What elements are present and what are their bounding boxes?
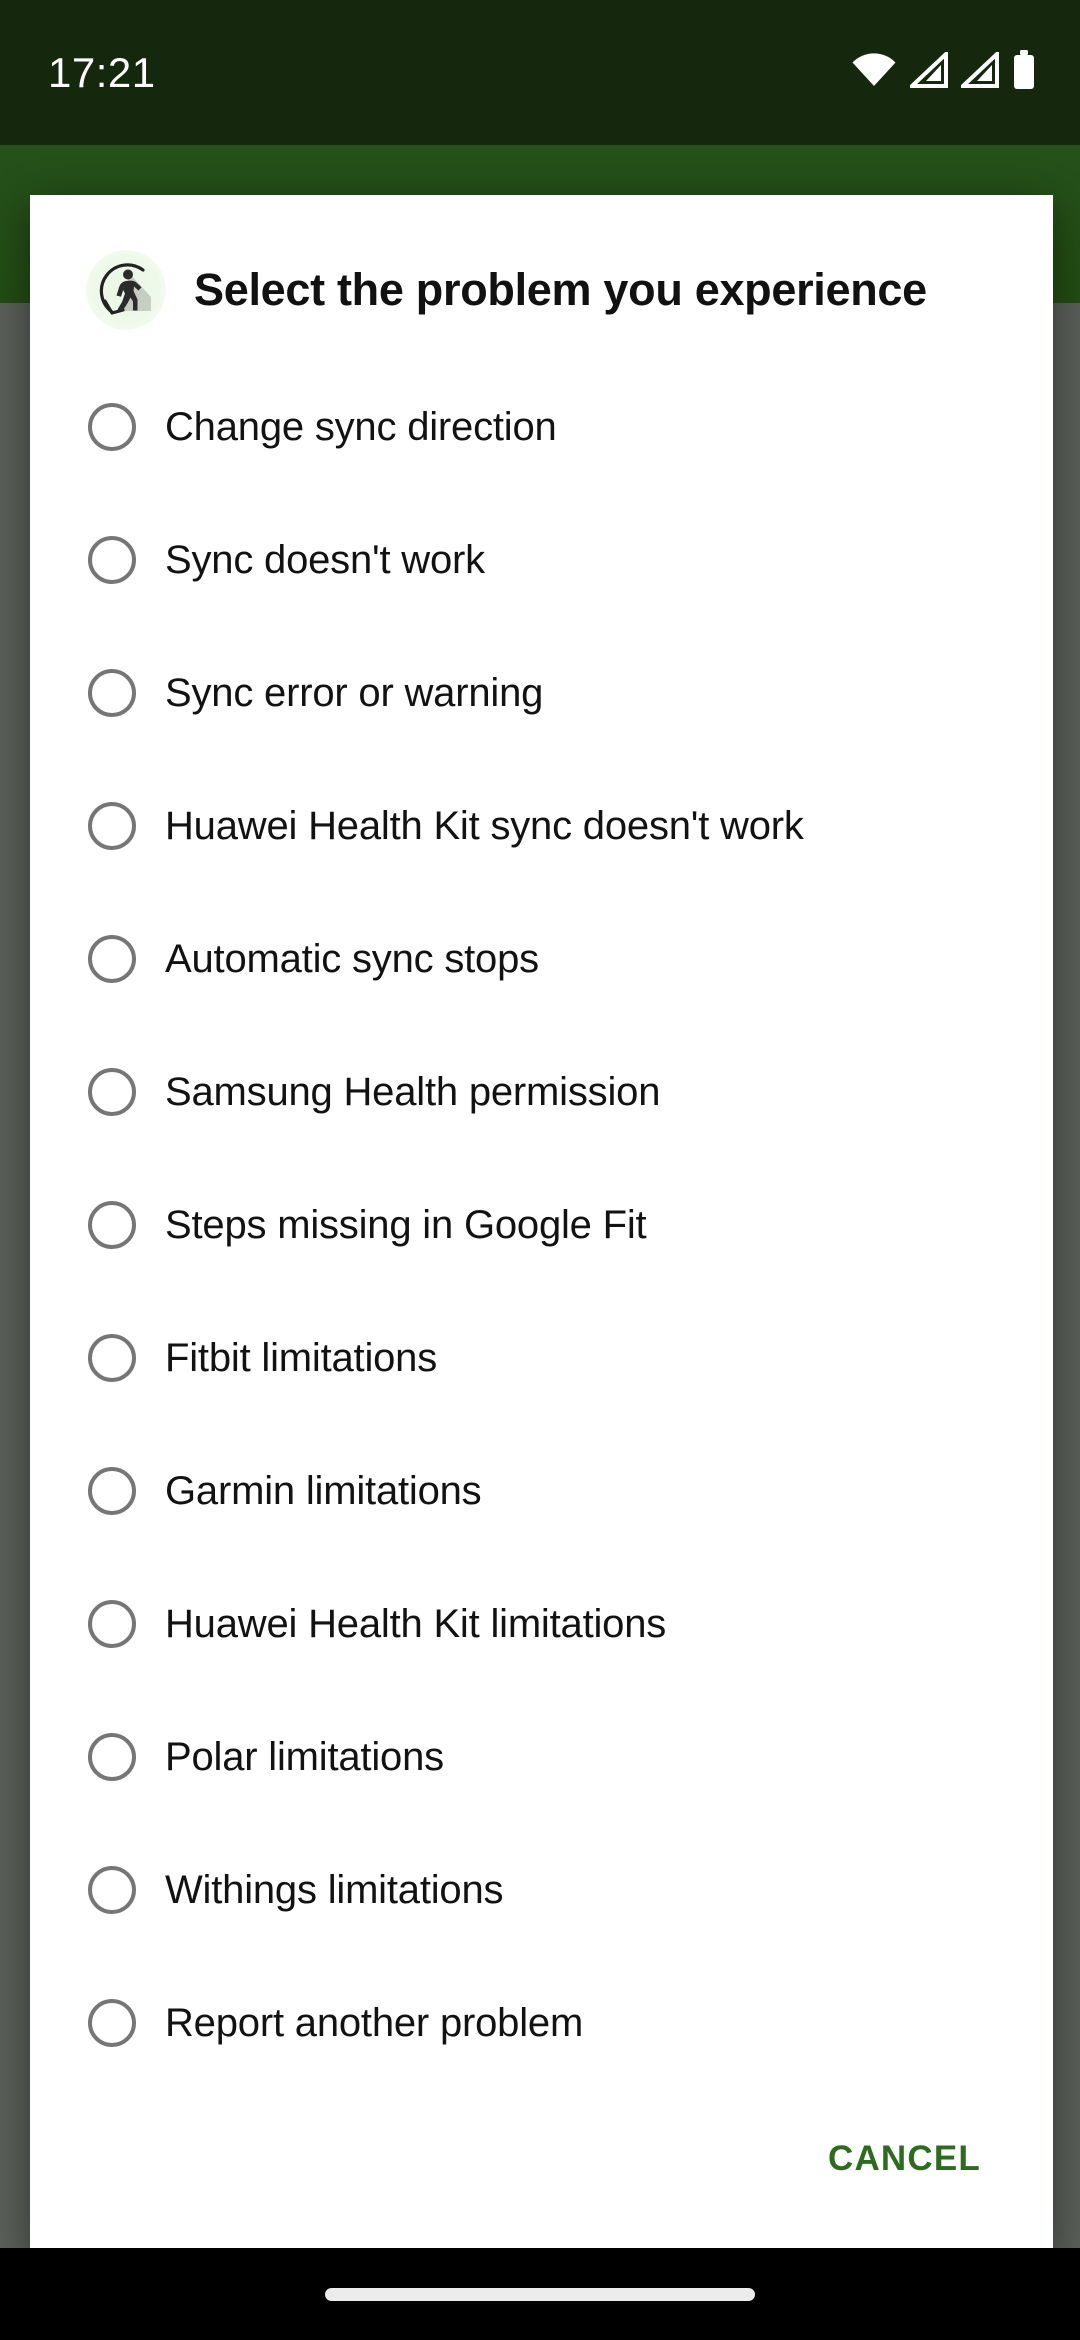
option-huawei-health-kit-sync-doesnt-work[interactable]: Huawei Health Kit sync doesn't work [30,759,1053,892]
radio-button[interactable] [88,402,136,451]
gesture-home-pill[interactable] [325,2287,755,2301]
option-label: Polar limitations [165,1734,444,1779]
radio-button[interactable] [88,1200,136,1249]
option-label: Withings limitations [165,1867,504,1912]
status-bar-icons [851,49,1036,95]
battery-icon [1012,50,1036,95]
option-label: Report another problem [165,2000,584,2045]
option-label: Change sync direction [165,404,557,449]
system-navigation-bar [0,2248,1080,2340]
option-sync-doesnt-work[interactable]: Sync doesn't work [30,493,1053,626]
option-fitbit-limitations[interactable]: Fitbit limitations [30,1291,1053,1424]
option-huawei-health-kit-limitations[interactable]: Huawei Health Kit limitations [30,1557,1053,1690]
problem-selection-dialog: Select the problem you experience Change… [30,195,1053,2255]
radio-button[interactable] [88,1865,136,1914]
radio-button[interactable] [88,801,136,850]
option-change-sync-direction[interactable]: Change sync direction [30,360,1053,493]
option-label: Sync error or warning [165,670,544,715]
option-samsung-health-permission[interactable]: Samsung Health permission [30,1025,1053,1158]
status-bar-clock: 17:21 [48,48,156,96]
option-garmin-limitations[interactable]: Garmin limitations [30,1424,1053,1557]
option-automatic-sync-stops[interactable]: Automatic sync stops [30,892,1053,1025]
option-polar-limitations[interactable]: Polar limitations [30,1690,1053,1823]
option-report-another-problem[interactable]: Report another problem [30,1956,1053,2089]
option-label: Samsung Health permission [165,1069,661,1114]
cancel-button[interactable]: CANCEL [818,2125,991,2193]
radio-button[interactable] [88,668,136,717]
walking-sync-icon [86,250,166,330]
cellular-signal-1-icon [906,49,948,93]
radio-button[interactable] [88,1333,136,1382]
option-label: Sync doesn't work [165,537,485,582]
option-label: Fitbit limitations [165,1335,438,1380]
radio-button[interactable] [88,934,136,983]
option-label: Steps missing in Google Fit [165,1202,647,1247]
problem-options-list: Change sync direction Sync doesn't work … [30,360,1053,2089]
option-withings-limitations[interactable]: Withings limitations [30,1823,1053,1956]
dialog-title: Select the problem you experience [194,264,927,316]
dialog-header: Select the problem you experience [30,195,1053,360]
option-steps-missing-in-google-fit[interactable]: Steps missing in Google Fit [30,1158,1053,1291]
option-label: Automatic sync stops [165,936,539,981]
option-label: Garmin limitations [165,1468,482,1513]
dialog-actions: CANCEL [30,2089,1053,2255]
status-bar: 17:21 [0,0,1080,145]
option-sync-error-or-warning[interactable]: Sync error or warning [30,626,1053,759]
option-label: Huawei Health Kit sync doesn't work [165,803,804,848]
option-label: Huawei Health Kit limitations [165,1601,667,1646]
radio-button[interactable] [88,535,136,584]
radio-button[interactable] [88,1732,136,1781]
radio-button[interactable] [88,1067,136,1116]
radio-button[interactable] [88,1466,136,1515]
wifi-icon [851,52,897,93]
cellular-signal-2-icon [957,49,999,93]
radio-button[interactable] [88,1998,136,2047]
radio-button[interactable] [88,1599,136,1648]
